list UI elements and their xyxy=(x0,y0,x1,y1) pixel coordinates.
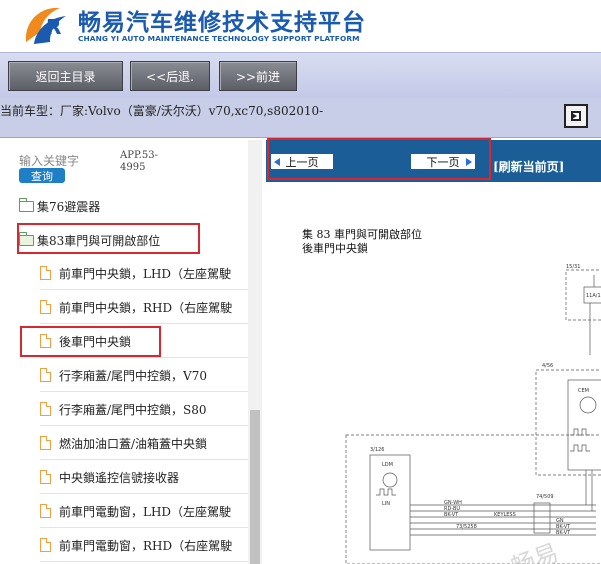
diagram-label: 73/5258 xyxy=(456,524,477,530)
app-version-label: APP.53-4995 xyxy=(120,150,158,173)
tree-item-label: 前車門電動窗，LHD（左座駕駛 xyxy=(59,504,232,519)
diagram-label: LDM xyxy=(382,462,393,468)
tree-folder-label: 集76避震器 xyxy=(37,199,101,214)
document-icon xyxy=(40,300,51,314)
tree-item[interactable]: 行李廂蓋/尾門中控鎖，S80 xyxy=(40,393,248,426)
tree-item-label: 後車門中央鎖 xyxy=(59,334,132,349)
search-button[interactable]: 查询 xyxy=(19,168,65,183)
left-panel: 输入关键字 查询 APP.53-4995 集76避震器 集83車門與可開啟部位 … xyxy=(0,140,262,564)
nav-toolbar: 返回主目录 <<后退. >>前进 xyxy=(0,52,601,98)
model-value: 厂家:Volvo（富豪/沃尔沃）v70,xc70,s802010- xyxy=(60,104,324,118)
logo-icon: R xyxy=(25,7,66,44)
forward-button[interactable]: >>前进 xyxy=(219,61,297,91)
diagram-label: CEM xyxy=(578,388,589,394)
folder-open-icon xyxy=(19,231,34,246)
diagram-label: 3/126 xyxy=(370,447,384,453)
search-input[interactable]: 输入关键字 xyxy=(19,152,79,169)
back-button[interactable]: <<后退. xyxy=(130,61,210,91)
document-icon xyxy=(40,504,51,518)
document-section: 後車門中央鎖 xyxy=(302,242,368,255)
toggle-panel-button[interactable] xyxy=(564,104,588,128)
tree-item[interactable]: 前車門電動窗，LHD（左座駕駛 xyxy=(40,495,248,528)
current-model: 当前车型：厂家:Volvo（富豪/沃尔沃）v70,xc70,s802010- xyxy=(0,102,323,119)
prev-page-button[interactable]: 上一页 xyxy=(270,153,334,170)
diagram-label: BK-VT xyxy=(556,530,571,536)
tree-item[interactable]: 前車門中央鎖，LHD（左座駕駛 xyxy=(40,257,248,290)
tree-item-label: 燃油加油口蓋/油箱蓋中央鎖 xyxy=(59,436,208,451)
tree-item-label: 行李廂蓋/尾門中控鎖，S80 xyxy=(59,402,207,417)
tree-item[interactable]: 前車門電動窗，RHD（右座駕駛 xyxy=(40,529,248,562)
header: R 畅易汽车维修技术支持平台 CHANG YI AUTO MAINTENANCE… xyxy=(0,0,601,52)
tree-item-label: 前車門中央鎖，RHD（右座駕駛 xyxy=(59,300,233,315)
tree-item-label: 前車門中央鎖，LHD（左座駕駛 xyxy=(59,266,232,281)
tree-item[interactable]: 燃油加油口蓋/油箱蓋中央鎖 xyxy=(40,427,248,460)
home-button[interactable]: 返回主目录 xyxy=(8,61,123,91)
app-title: 畅易汽车维修技术支持平台 xyxy=(78,10,366,36)
diagram-label: 74/509 xyxy=(536,494,554,500)
diagram-label: BK-VT xyxy=(444,512,459,518)
document-icon xyxy=(40,436,51,450)
tree-item-label: 行李廂蓋/尾門中控鎖，V70 xyxy=(59,368,207,383)
prev-page-label: 上一页 xyxy=(285,155,319,169)
tree-item[interactable]: 中央鎖遙控信號接收器 xyxy=(40,461,248,494)
diagram-label: KEYLESS xyxy=(494,512,516,518)
tree-folder-83[interactable]: 集83車門與可開啟部位 xyxy=(19,229,160,251)
svg-text:R: R xyxy=(46,15,61,39)
diagram-label: 4/56 xyxy=(542,363,553,369)
wiring-diagram: 15/31 11A/1 4/56 CEM 3/126 LDM 74/509 GN… xyxy=(345,264,601,564)
tree-item-selected[interactable]: 後車門中央鎖 xyxy=(40,325,248,358)
next-page-label: 下一页 xyxy=(426,155,460,169)
document-icon xyxy=(40,368,51,382)
refresh-page-link[interactable]: [刷新当前页] xyxy=(493,158,564,175)
app-subtitle: CHANG YI AUTO MAINTENANCE TECHNOLOGY SUP… xyxy=(78,34,360,43)
document-icon xyxy=(40,402,51,416)
document-icon xyxy=(40,266,51,280)
app-root: R 畅易汽车维修技术支持平台 CHANG YI AUTO MAINTENANCE… xyxy=(0,0,601,564)
diagram-label: 11A/1 xyxy=(586,293,601,299)
model-label: 当前车型： xyxy=(0,104,61,118)
next-page-button[interactable]: 下一页 xyxy=(410,153,476,170)
tree-folder-76[interactable]: 集76避震器 xyxy=(19,195,100,217)
tree-item-label: 中央鎖遙控信號接收器 xyxy=(59,470,180,485)
tree-item-label: 前車門電動窗，RHD（右座駕駛 xyxy=(59,538,233,553)
document-icon xyxy=(40,334,51,348)
document-icon xyxy=(40,538,51,552)
document-icon xyxy=(40,470,51,484)
document-chapter: 集 83 車門與可開啟部位 xyxy=(302,228,422,241)
model-bar: 当前车型：厂家:Volvo（富豪/沃尔沃）v70,xc70,s802010- xyxy=(0,98,601,138)
tree-folder-label: 集83車門與可開啟部位 xyxy=(37,233,161,248)
diagram-label: LIN xyxy=(382,501,390,507)
tree-item[interactable]: 前車門中央鎖，RHD（右座駕駛 xyxy=(40,291,248,324)
tree-item[interactable]: 行李廂蓋/尾門中控鎖，V70 xyxy=(40,359,248,392)
arrow-right-icon xyxy=(571,111,581,121)
arrow-left-icon xyxy=(274,158,280,166)
document-heading: 集 83 車門與可開啟部位 後車門中央鎖 xyxy=(302,228,422,256)
arrow-right-icon xyxy=(466,158,472,166)
diagram-label: 15/31 xyxy=(566,264,580,270)
folder-icon xyxy=(19,197,34,212)
left-scrollbar-thumb[interactable] xyxy=(250,410,260,564)
